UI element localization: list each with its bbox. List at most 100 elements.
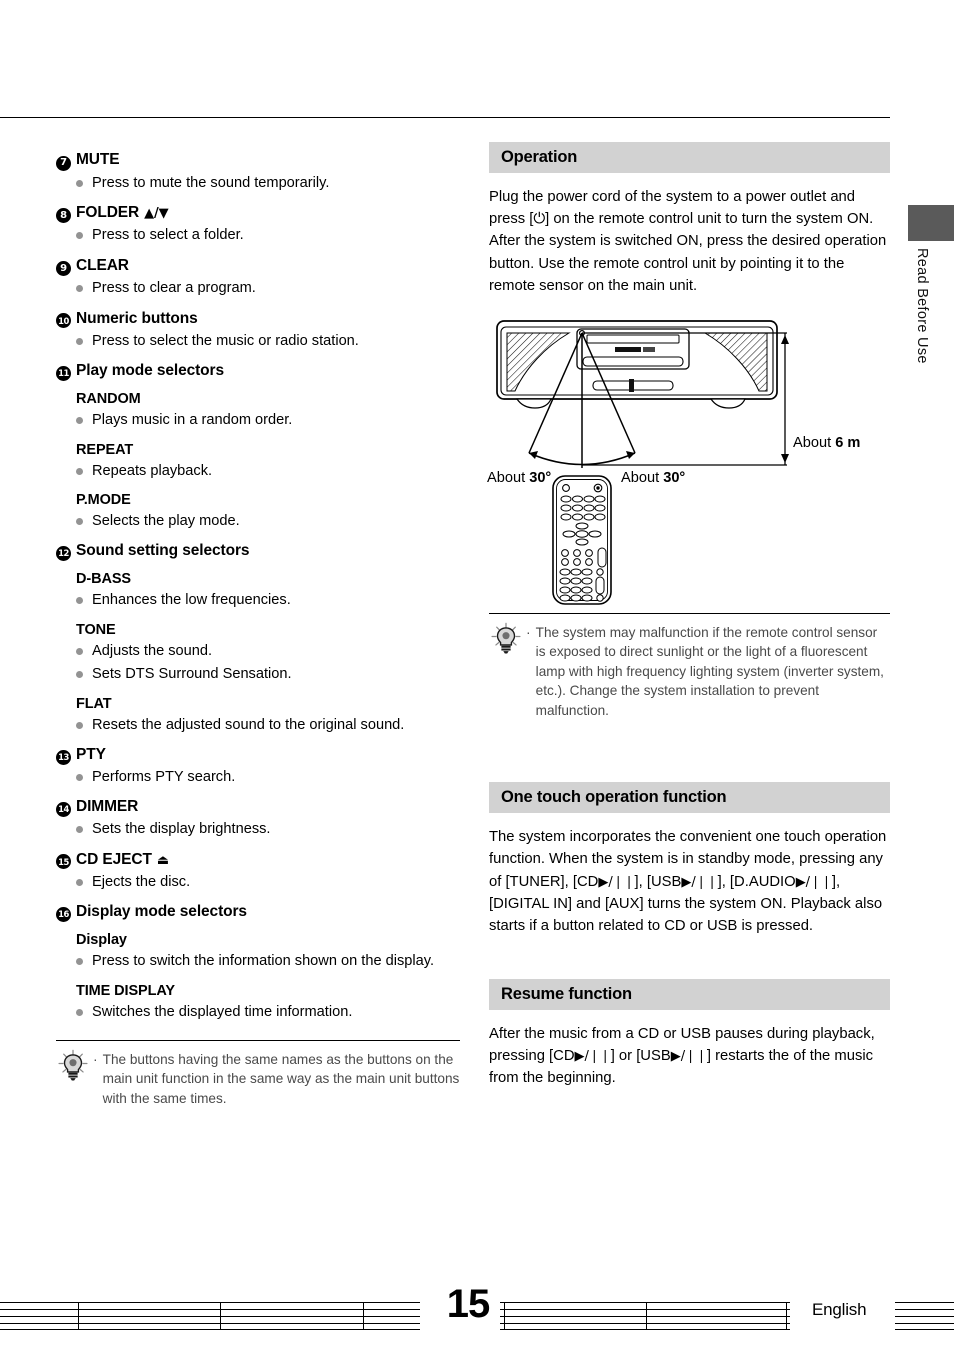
bullet-text: Performs PTY search. bbox=[92, 768, 236, 785]
reference-entry: 16 Display mode selectors Display Press to … bbox=[56, 903, 460, 1022]
entry-title: CD EJECT bbox=[76, 850, 152, 868]
right-note-text: The system may malfunction if the remote… bbox=[535, 624, 884, 718]
bullet-text: Sets the display brightness. bbox=[92, 821, 271, 838]
one-touch-text-2: ], [USB bbox=[634, 873, 682, 890]
operation-section: Operation Plug the power cord of the sys… bbox=[489, 142, 890, 297]
main-unit-illustration bbox=[496, 320, 778, 409]
bullet-dot-icon bbox=[76, 671, 83, 679]
one-touch-heading: One touch operation function bbox=[489, 782, 890, 814]
bullet-dot-icon bbox=[76, 285, 83, 293]
entry-header: 11 Play mode selectors bbox=[56, 362, 460, 381]
registration-marks-left bbox=[0, 1302, 420, 1330]
page-footer: 15 English bbox=[0, 1282, 954, 1345]
angle-right-prefix: About bbox=[621, 469, 664, 486]
bullet-item: Plays music in a random order. bbox=[76, 411, 460, 430]
entry-title: DIMMER bbox=[76, 798, 139, 816]
entry-title: Play mode selectors bbox=[76, 362, 225, 380]
entry-subsection-label: REPEAT bbox=[76, 441, 134, 458]
angle-right-value: 30° bbox=[663, 469, 686, 486]
bullet-dot-icon bbox=[76, 517, 83, 525]
entry-title: PTY bbox=[76, 745, 106, 763]
registration-marks-center bbox=[500, 1302, 790, 1330]
bullet-item: Sets DTS Surround Sensation. bbox=[76, 665, 460, 684]
entry-title: Display mode selectors bbox=[76, 903, 247, 921]
entry-title: MUTE bbox=[76, 151, 120, 168]
bullet-dot-icon bbox=[76, 1008, 83, 1016]
note-divider bbox=[56, 1040, 460, 1041]
note-divider bbox=[489, 612, 890, 614]
bullet-dot-icon bbox=[76, 597, 83, 605]
entry-subsection-label: D-BASS bbox=[76, 571, 131, 588]
bullet-dot-icon bbox=[76, 467, 83, 475]
bullet-dot-icon bbox=[76, 417, 83, 425]
entry-subsection-label: TONE bbox=[76, 621, 116, 638]
lightbulb-icon bbox=[56, 1048, 90, 1082]
bullet-dot-icon bbox=[76, 826, 83, 834]
reference-entry: 12 Sound setting selectors D-BASS Enhances … bbox=[56, 542, 460, 735]
bullet-item: Press to switch the information shown on… bbox=[76, 952, 460, 971]
bullet-text: Press to switch the information shown on… bbox=[92, 953, 435, 970]
button-reference-list: 7 MUTE Press to mute the sound temporarily… bbox=[56, 151, 460, 1022]
bullet-item: Repeats playback. bbox=[76, 462, 460, 481]
bullet-text: Press to select the music or radio stati… bbox=[92, 332, 359, 349]
bullet-item: Performs PTY search. bbox=[76, 768, 460, 787]
bullet-item: Selects the play mode. bbox=[76, 512, 460, 531]
entry-number-badge: 14 bbox=[56, 802, 71, 818]
reference-entry: 9 CLEAR Press to clear a program. bbox=[56, 257, 460, 299]
bullet-text: Press to mute the sound temporarily. bbox=[92, 174, 330, 191]
left-note-text: The buttons having the same names as the… bbox=[102, 1052, 460, 1106]
bullet-dot-icon bbox=[76, 647, 83, 655]
angle-left-label: About 30° bbox=[487, 470, 551, 486]
reference-entry: 10 Numeric buttons Press to select the mus… bbox=[56, 310, 460, 351]
remote-control-illustration bbox=[552, 475, 612, 605]
bullet-text: Repeats playback. bbox=[92, 462, 213, 479]
bullet-text: Ejects the disc. bbox=[92, 873, 191, 890]
operation-body: Plug the power cord of the system to a p… bbox=[489, 189, 887, 294]
right-column: Operation Plug the power cord of the sys… bbox=[487, 142, 890, 1094]
entry-subsection-label: TIME DISPLAY bbox=[76, 982, 175, 999]
bullet-text: Plays music in a random order. bbox=[92, 412, 293, 429]
entry-number-badge: 8 bbox=[56, 208, 71, 224]
entry-number-badge: 11 bbox=[56, 365, 71, 381]
distance-label: About 6 m bbox=[793, 435, 860, 451]
left-note-box: · The buttons having the same names as t… bbox=[56, 1040, 460, 1108]
reference-entry: 8 FOLDER ▲/▼ Press to select a folder. bbox=[56, 204, 460, 246]
resume-heading: Resume function bbox=[489, 979, 890, 1011]
bullet-item: Press to select the music or radio stati… bbox=[76, 332, 460, 351]
play-pause-icon: ▶/❘❘ bbox=[681, 874, 718, 890]
bullet-dot-icon bbox=[76, 179, 83, 187]
bullet-item: Ejects the disc. bbox=[76, 873, 460, 892]
reference-entry: 14 DIMMER Sets the display brightness. bbox=[56, 798, 460, 839]
bullet-dot-icon bbox=[76, 878, 83, 886]
bullet-item: Press to clear a program. bbox=[76, 279, 460, 298]
entry-number-badge: 16 bbox=[56, 906, 71, 922]
play-pause-icon: ▶/❘❘ bbox=[670, 1049, 707, 1065]
entry-subsection-label: FLAT bbox=[76, 695, 112, 712]
language-label: English bbox=[812, 1300, 867, 1319]
note-bullet-marker: · bbox=[526, 623, 531, 640]
entry-title: CLEAR bbox=[76, 256, 129, 274]
bullet-dot-icon bbox=[76, 337, 83, 345]
entry-subsection-label: RANDOM bbox=[76, 391, 141, 408]
entry-title: Sound setting selectors bbox=[76, 542, 250, 560]
page-number: 15 bbox=[446, 1282, 491, 1326]
left-column: 7 MUTE Press to mute the sound temporarily… bbox=[56, 140, 460, 1108]
page-top-rule bbox=[0, 117, 890, 118]
bullet-text: Adjusts the sound. bbox=[92, 642, 213, 659]
entry-header: 8 FOLDER ▲/▼ bbox=[56, 203, 460, 224]
bullet-item: Enhances the low frequencies. bbox=[76, 591, 460, 610]
entry-title: Numeric buttons bbox=[76, 309, 198, 327]
reference-entry: 15 CD EJECT ⏏ Ejects the disc. bbox=[56, 851, 460, 892]
play-pause-icon: ▶/❘❘ bbox=[795, 874, 832, 890]
one-touch-section: One touch operation function The system … bbox=[489, 782, 890, 937]
one-touch-text-3: ], [D.AUDIO bbox=[717, 873, 796, 890]
entry-glyph-icon: ⏏ bbox=[156, 852, 170, 868]
angle-left-value: 30° bbox=[529, 469, 552, 486]
bullet-dot-icon bbox=[76, 232, 83, 240]
bullet-item: Switches the displayed time information. bbox=[76, 1003, 460, 1022]
bullet-item: Sets the display brightness. bbox=[76, 820, 460, 839]
bullet-dot-icon bbox=[76, 958, 83, 966]
bullet-item: Adjusts the sound. bbox=[76, 642, 460, 661]
entry-title: FOLDER bbox=[76, 203, 140, 221]
entry-subsection-label: Display bbox=[76, 932, 127, 949]
